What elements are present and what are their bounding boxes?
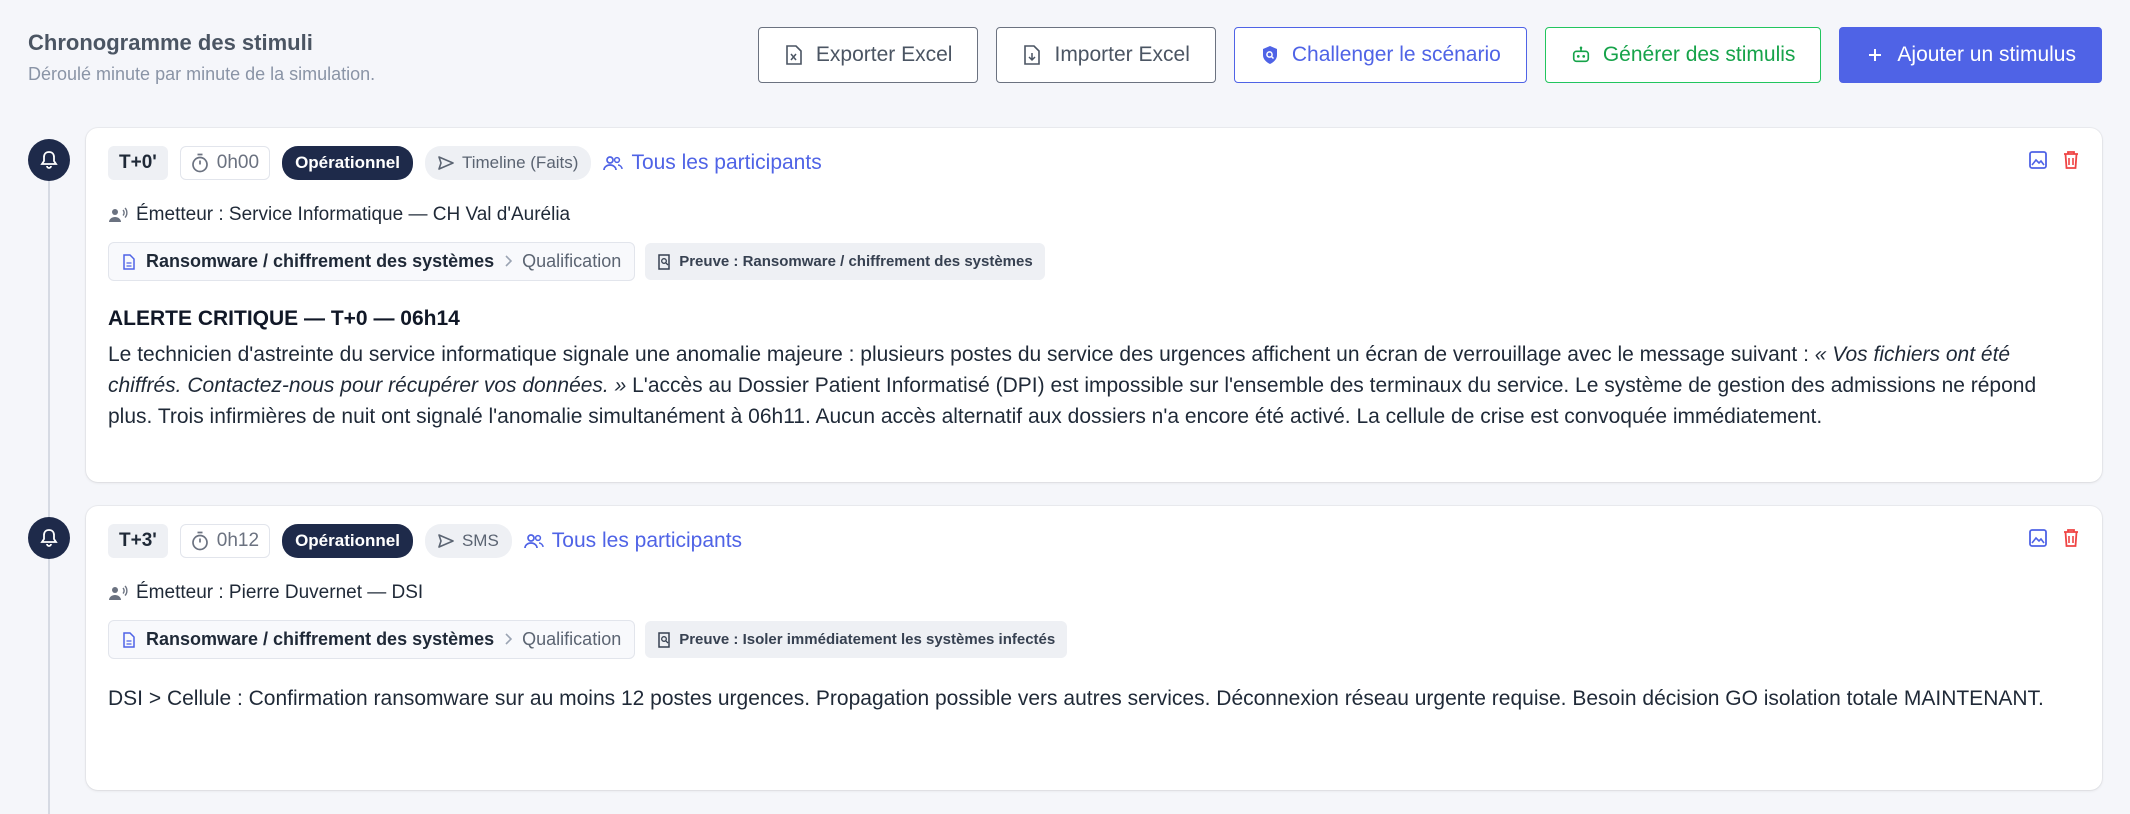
- challenge-scenario-button[interactable]: Challenger le scénario: [1233, 27, 1527, 83]
- speaker-icon: [109, 207, 128, 222]
- file-excel-icon: [784, 45, 804, 65]
- proof-label: Preuve : Ransomware / chiffrement des sy…: [679, 253, 1033, 270]
- objective-sub: Qualification: [522, 251, 622, 271]
- speaker-icon: [109, 585, 128, 600]
- bell-icon: [28, 139, 70, 181]
- objective-sub: Qualification: [522, 629, 622, 649]
- chevron-right-icon: [504, 251, 513, 272]
- bell-icon: [28, 517, 70, 559]
- stopwatch-icon: [191, 153, 208, 173]
- add-stimulus-label: Ajouter un stimulus: [1897, 43, 2076, 66]
- stimulus-time: 0h12: [179, 524, 271, 558]
- stimulus-card[interactable]: T+3' 0h12 Opérationnel SMS Tous les part…: [86, 506, 2102, 790]
- channel-label: SMS: [461, 531, 499, 550]
- stimulus-time-value: 0h12: [216, 530, 260, 551]
- challenge-scenario-label: Challenger le scénario: [1291, 43, 1501, 66]
- chevron-right-icon: [504, 629, 513, 650]
- channel-badge: Timeline (Faits): [424, 146, 592, 180]
- import-excel-label: Importer Excel: [1054, 43, 1190, 66]
- document-icon: [123, 631, 135, 648]
- send-icon: [438, 534, 454, 548]
- emitter-label: Émetteur : Pierre Duvernet — DSI: [136, 582, 424, 603]
- add-stimulus-button[interactable]: Ajouter un stimulus: [1839, 27, 2102, 83]
- message-body-part1: Le technicien d'astreinte du service inf…: [108, 343, 1815, 366]
- objective-path[interactable]: Ransomware / chiffrement des systèmes Qu…: [108, 242, 636, 281]
- timeline-line: [48, 160, 50, 814]
- emitter-label: Émetteur : Service Informatique — CH Val…: [136, 204, 571, 225]
- category-badge: Opérationnel: [282, 146, 413, 180]
- plus-icon: [1865, 45, 1885, 65]
- file-import-icon: [1022, 45, 1042, 65]
- stimulus-offset: T+0': [108, 146, 168, 180]
- proof-badge: Preuve : Isoler immédiatement les systèm…: [645, 621, 1068, 658]
- generate-stimuli-button[interactable]: Générer des stimulis: [1544, 27, 1822, 83]
- page-title: Chronogramme des stimuli: [28, 30, 313, 55]
- audience-link[interactable]: Tous les participants: [523, 529, 743, 553]
- document-icon: [123, 253, 135, 270]
- card-tools: [2028, 528, 2080, 553]
- audience-link[interactable]: Tous les participants: [603, 151, 822, 175]
- category-badge: Opérationnel: [282, 524, 413, 558]
- page-header: Chronogramme des stimuli Déroulé minute …: [28, 30, 375, 85]
- card-tools: [2028, 150, 2080, 175]
- shield-search-icon: [1260, 45, 1280, 65]
- export-excel-label: Exporter Excel: [815, 43, 953, 66]
- objective-main: Ransomware / chiffrement des systèmes: [146, 251, 495, 271]
- import-excel-button[interactable]: Importer Excel: [996, 27, 1216, 83]
- emitter: Émetteur : Pierre Duvernet — DSI: [108, 582, 2080, 604]
- trash-icon[interactable]: [2062, 528, 2080, 553]
- channel-badge: SMS: [424, 524, 512, 558]
- generate-stimuli-label: Générer des stimulis: [1602, 43, 1796, 66]
- proof-icon: [658, 253, 670, 270]
- robot-icon: [1571, 45, 1591, 65]
- audience-label: Tous les participants: [551, 529, 743, 552]
- message-title: ALERTE CRITIQUE — T+0 — 06h14: [108, 307, 460, 330]
- proof-badge: Preuve : Ransomware / chiffrement des sy…: [645, 243, 1045, 280]
- image-icon[interactable]: [2028, 150, 2048, 175]
- image-icon[interactable]: [2028, 528, 2048, 553]
- toolbar: Exporter Excel Importer Excel Challenger…: [757, 27, 2102, 83]
- stimulus-time-value: 0h00: [216, 152, 260, 173]
- audience-label: Tous les participants: [631, 151, 822, 174]
- page-subtitle: Déroulé minute par minute de la simulati…: [28, 64, 376, 84]
- proof-label: Preuve : Isoler immédiatement les systèm…: [679, 631, 1056, 648]
- emitter: Émetteur : Service Informatique — CH Val…: [108, 204, 2080, 226]
- channel-label: Timeline (Faits): [461, 153, 579, 172]
- users-icon: [603, 156, 624, 171]
- users-icon: [523, 534, 544, 549]
- send-icon: [438, 156, 454, 170]
- stimulus-time: 0h00: [179, 146, 271, 180]
- objective-path[interactable]: Ransomware / chiffrement des systèmes Qu…: [108, 620, 636, 659]
- trash-icon[interactable]: [2062, 150, 2080, 175]
- objective-main: Ransomware / chiffrement des systèmes: [146, 629, 495, 649]
- export-excel-button[interactable]: Exporter Excel: [757, 27, 979, 83]
- stimulus-offset: T+3': [108, 524, 168, 558]
- proof-icon: [658, 631, 670, 648]
- stopwatch-icon: [191, 531, 208, 551]
- message-body: DSI > Cellule : Confirmation ransomware …: [108, 687, 2044, 710]
- stimulus-card[interactable]: T+0' 0h00 Opérationnel Timeline (Faits) …: [86, 128, 2102, 482]
- message-body: Le technicien d'astreinte du service inf…: [108, 339, 2080, 432]
